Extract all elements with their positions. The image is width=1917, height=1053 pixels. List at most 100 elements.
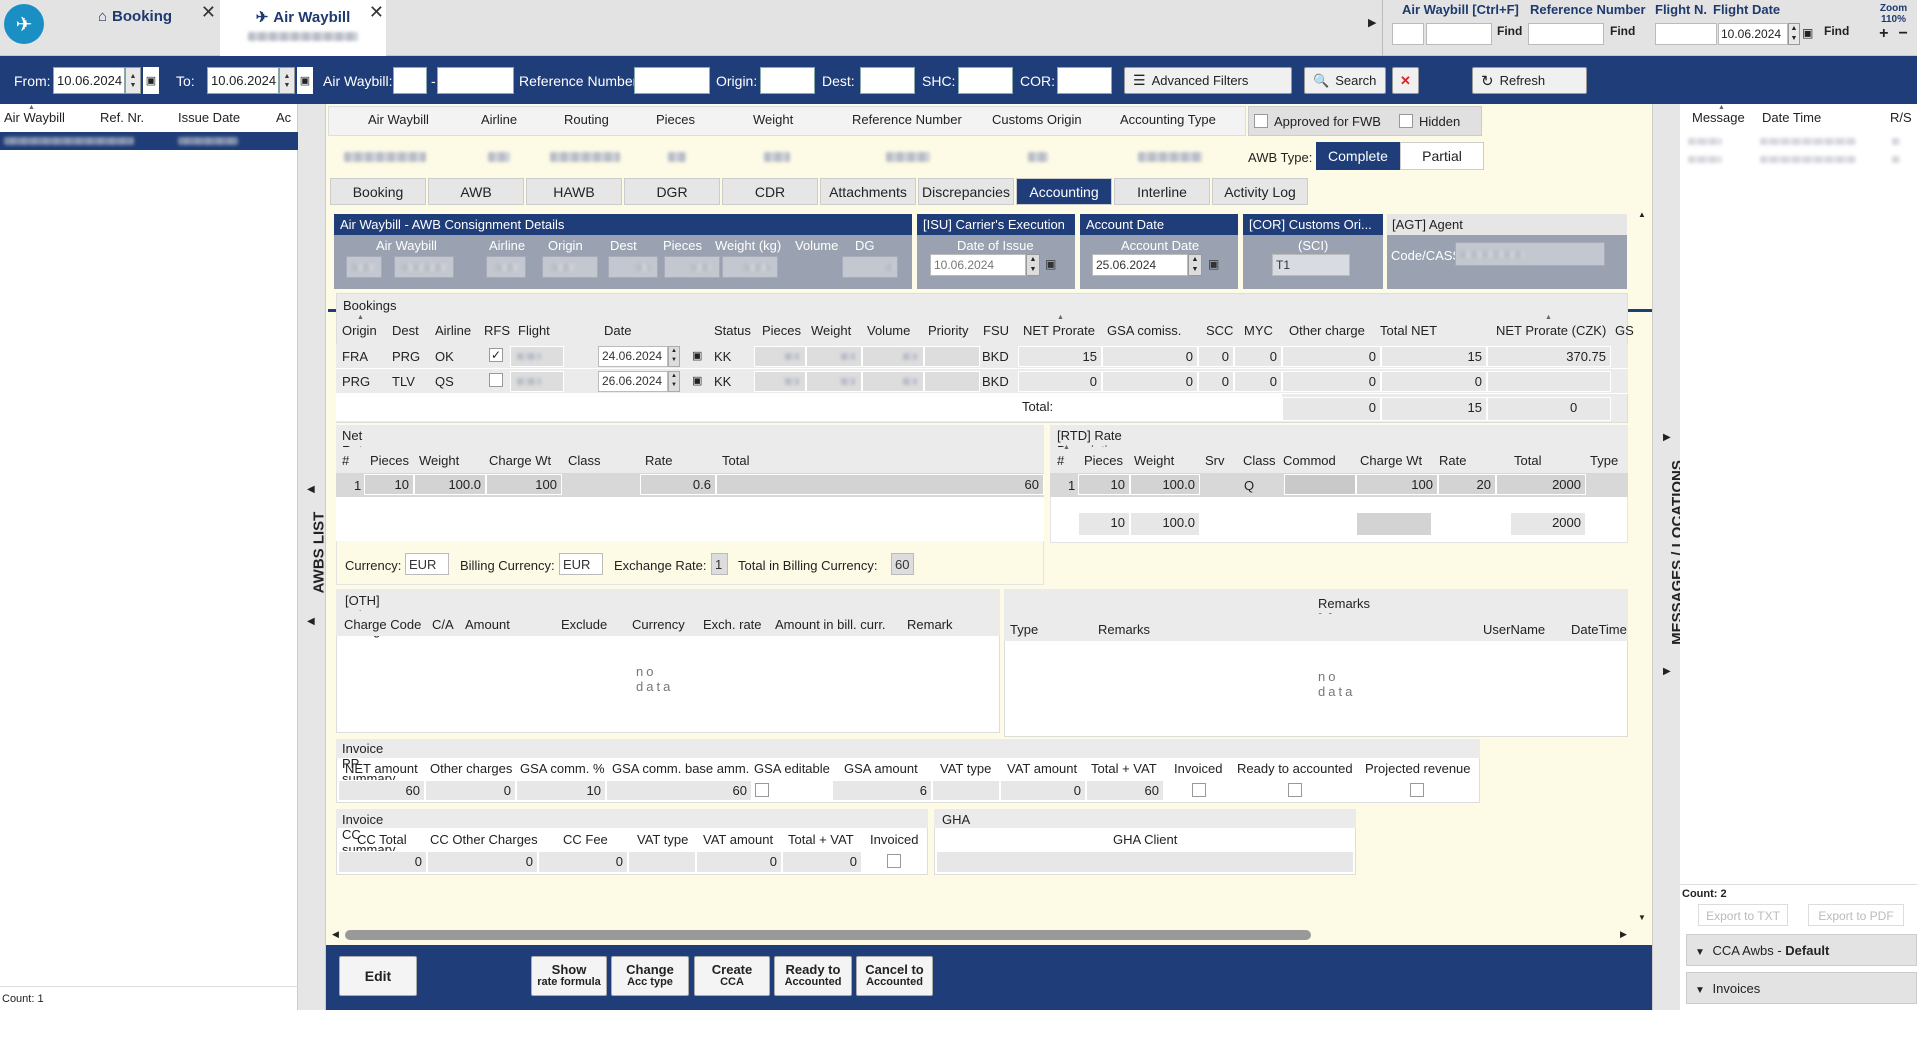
date-spinner[interactable]: ▲ ▼ bbox=[668, 371, 680, 392]
calendar-icon[interactable]: ▣ bbox=[1208, 257, 1219, 271]
tab-awb[interactable]: AWB bbox=[428, 178, 524, 205]
tab-discrepancies[interactable]: Discrepancies bbox=[918, 178, 1014, 205]
col-total[interactable]: Total bbox=[722, 453, 749, 468]
from-date-input[interactable]: 10.06.2024 bbox=[53, 67, 125, 94]
awb-type-partial[interactable]: Partial bbox=[1400, 142, 1484, 170]
cc-invoiced-checkbox[interactable] bbox=[887, 854, 901, 868]
tab-hawb[interactable]: HAWB bbox=[526, 178, 622, 205]
tab-dgr[interactable]: DGR bbox=[624, 178, 720, 205]
pp-gsa-editable-checkbox[interactable] bbox=[755, 783, 769, 797]
tab-accounting[interactable]: Accounting bbox=[1016, 178, 1112, 205]
col-commod[interactable]: Commod bbox=[1283, 453, 1336, 468]
edit-button[interactable]: Edit bbox=[339, 956, 417, 996]
from-date-spinner[interactable]: ▲ ▼ bbox=[125, 67, 141, 94]
col-pieces[interactable]: Pieces bbox=[762, 323, 801, 338]
col-message[interactable]: Message bbox=[1692, 110, 1745, 125]
tab-attachments[interactable]: Attachments bbox=[820, 178, 916, 205]
calendar-icon[interactable]: ▣ bbox=[1802, 26, 1813, 40]
col-class[interactable]: Class bbox=[568, 453, 601, 468]
ref-find-button[interactable]: Find bbox=[1610, 24, 1635, 38]
col-fsu[interactable]: FSU bbox=[983, 323, 1009, 338]
cor-filter-input[interactable] bbox=[1057, 67, 1112, 94]
rfs-checkbox[interactable] bbox=[489, 373, 503, 387]
table-row[interactable] bbox=[0, 132, 298, 150]
col-n[interactable]: # bbox=[342, 453, 349, 468]
invoices-accordion[interactable]: ▼ Invoices bbox=[1686, 972, 1917, 1004]
col-charge-wt[interactable]: Charge Wt bbox=[1360, 453, 1422, 468]
awb-prefix-filter[interactable] bbox=[393, 67, 427, 94]
col-rs[interactable]: R/S bbox=[1890, 110, 1912, 125]
clear-filters-button[interactable]: ✕ bbox=[1392, 67, 1419, 94]
exchange-rate-input[interactable]: 1 bbox=[711, 553, 728, 575]
search-button[interactable]: 🔍 Search bbox=[1304, 67, 1386, 94]
awb-prefix-input[interactable] bbox=[1392, 23, 1424, 45]
account-date-input[interactable]: 25.06.2024 bbox=[1092, 254, 1188, 276]
col-total-net[interactable]: Total NET bbox=[1380, 323, 1437, 338]
col-charge-code[interactable]: Charge Code bbox=[344, 617, 421, 632]
col-exclude[interactable]: Exclude bbox=[561, 617, 607, 632]
ready-to-accounted-button[interactable]: Ready to Accounted bbox=[774, 956, 852, 996]
col-flight[interactable]: Flight bbox=[518, 323, 550, 338]
tab-interline[interactable]: Interline bbox=[1114, 178, 1210, 205]
col-charge-wt[interactable]: Charge Wt bbox=[489, 453, 551, 468]
currency-input[interactable]: EUR bbox=[405, 553, 449, 575]
awb-number-input[interactable] bbox=[1426, 23, 1492, 45]
col-weight[interactable]: Weight bbox=[419, 453, 459, 468]
tab-booking[interactable]: ⌂ Booking ✕ bbox=[52, 0, 218, 56]
arrow-right-icon[interactable]: ▶ bbox=[1663, 666, 1671, 677]
awb-find-button[interactable]: Find bbox=[1497, 24, 1522, 38]
calendar-icon[interactable]: ▣ bbox=[692, 374, 702, 387]
col-exch-rate[interactable]: Exch. rate bbox=[703, 617, 762, 632]
col-amount[interactable]: Amount bbox=[465, 617, 510, 632]
arrow-left-icon[interactable]: ◀ bbox=[307, 484, 315, 495]
col-currency[interactable]: Currency bbox=[632, 617, 685, 632]
export-txt-button[interactable]: Export to TXT bbox=[1698, 904, 1788, 926]
export-pdf-button[interactable]: Export to PDF bbox=[1808, 904, 1904, 926]
code-cass-input[interactable] bbox=[1455, 242, 1605, 266]
messages-collapse-bar[interactable]: ▶ MESSAGES / LOCATIONS ▶ bbox=[1652, 104, 1686, 1010]
ref-search-input[interactable] bbox=[1528, 23, 1604, 45]
col-net-prorate-czk[interactable]: NET Prorate (CZK) bbox=[1496, 323, 1606, 338]
ref-filter-input[interactable] bbox=[634, 67, 710, 94]
change-acc-type-button[interactable]: Change Acc type bbox=[611, 956, 689, 996]
booking-date-input[interactable]: 24.06.2024 bbox=[598, 346, 668, 367]
col-volume[interactable]: Volume bbox=[867, 323, 910, 338]
col-dest[interactable]: Dest bbox=[392, 323, 419, 338]
col-origin[interactable]: Origin bbox=[342, 323, 377, 338]
col-other-charge[interactable]: Other charge bbox=[1289, 323, 1365, 338]
list-item[interactable] bbox=[1680, 152, 1917, 168]
pp-invoiced-checkbox[interactable] bbox=[1192, 783, 1206, 797]
flight-number-input[interactable] bbox=[1655, 23, 1717, 45]
pp-ready-checkbox[interactable] bbox=[1288, 783, 1302, 797]
shc-filter-input[interactable] bbox=[958, 67, 1013, 94]
scroll-down-icon[interactable]: ▼ bbox=[1638, 913, 1646, 922]
col-srv[interactable]: Srv bbox=[1205, 453, 1225, 468]
col-net-prorate[interactable]: NET Prorate bbox=[1023, 323, 1095, 338]
show-rate-formula-button[interactable]: Show rate formula bbox=[531, 956, 607, 996]
list-item[interactable] bbox=[1680, 134, 1917, 150]
tab-booking[interactable]: Booking bbox=[330, 178, 426, 205]
tab-activity-log[interactable]: Activity Log bbox=[1212, 178, 1308, 205]
pp-projected-checkbox[interactable] bbox=[1410, 783, 1424, 797]
scroll-up-icon[interactable]: ▲ bbox=[1638, 210, 1646, 219]
col-rate[interactable]: Rate bbox=[1439, 453, 1466, 468]
refresh-button[interactable]: ↻ Refresh bbox=[1472, 67, 1587, 94]
flight-find-button[interactable]: Find bbox=[1824, 24, 1849, 38]
col-scc[interactable]: SCC bbox=[1206, 323, 1233, 338]
col-total[interactable]: Total bbox=[1514, 453, 1541, 468]
origin-filter-input[interactable] bbox=[760, 67, 815, 94]
cancel-to-accounted-button[interactable]: Cancel to Accounted bbox=[856, 956, 933, 996]
col-myc[interactable]: MYC bbox=[1244, 323, 1273, 338]
date-of-issue-input[interactable]: 10.06.2024 bbox=[930, 254, 1026, 276]
col-weight[interactable]: Weight bbox=[1134, 453, 1174, 468]
flight-date-spinner[interactable]: ▲ ▼ bbox=[1788, 23, 1800, 45]
calendar-icon[interactable]: ▣ bbox=[692, 349, 702, 362]
approved-fwb-checkbox[interactable] bbox=[1254, 114, 1268, 128]
zoom-out-button[interactable]: − bbox=[1899, 25, 1908, 43]
col-ca[interactable]: C/A bbox=[432, 617, 454, 632]
arrow-left-icon[interactable]: ◀ bbox=[307, 616, 315, 627]
tab-air-waybill[interactable]: ✈ Air Waybill ✕ bbox=[220, 0, 386, 56]
col-n[interactable]: # bbox=[1057, 453, 1064, 468]
scroll-right-icon[interactable]: ▶ bbox=[1368, 16, 1376, 29]
close-icon[interactable]: ✕ bbox=[369, 2, 384, 23]
